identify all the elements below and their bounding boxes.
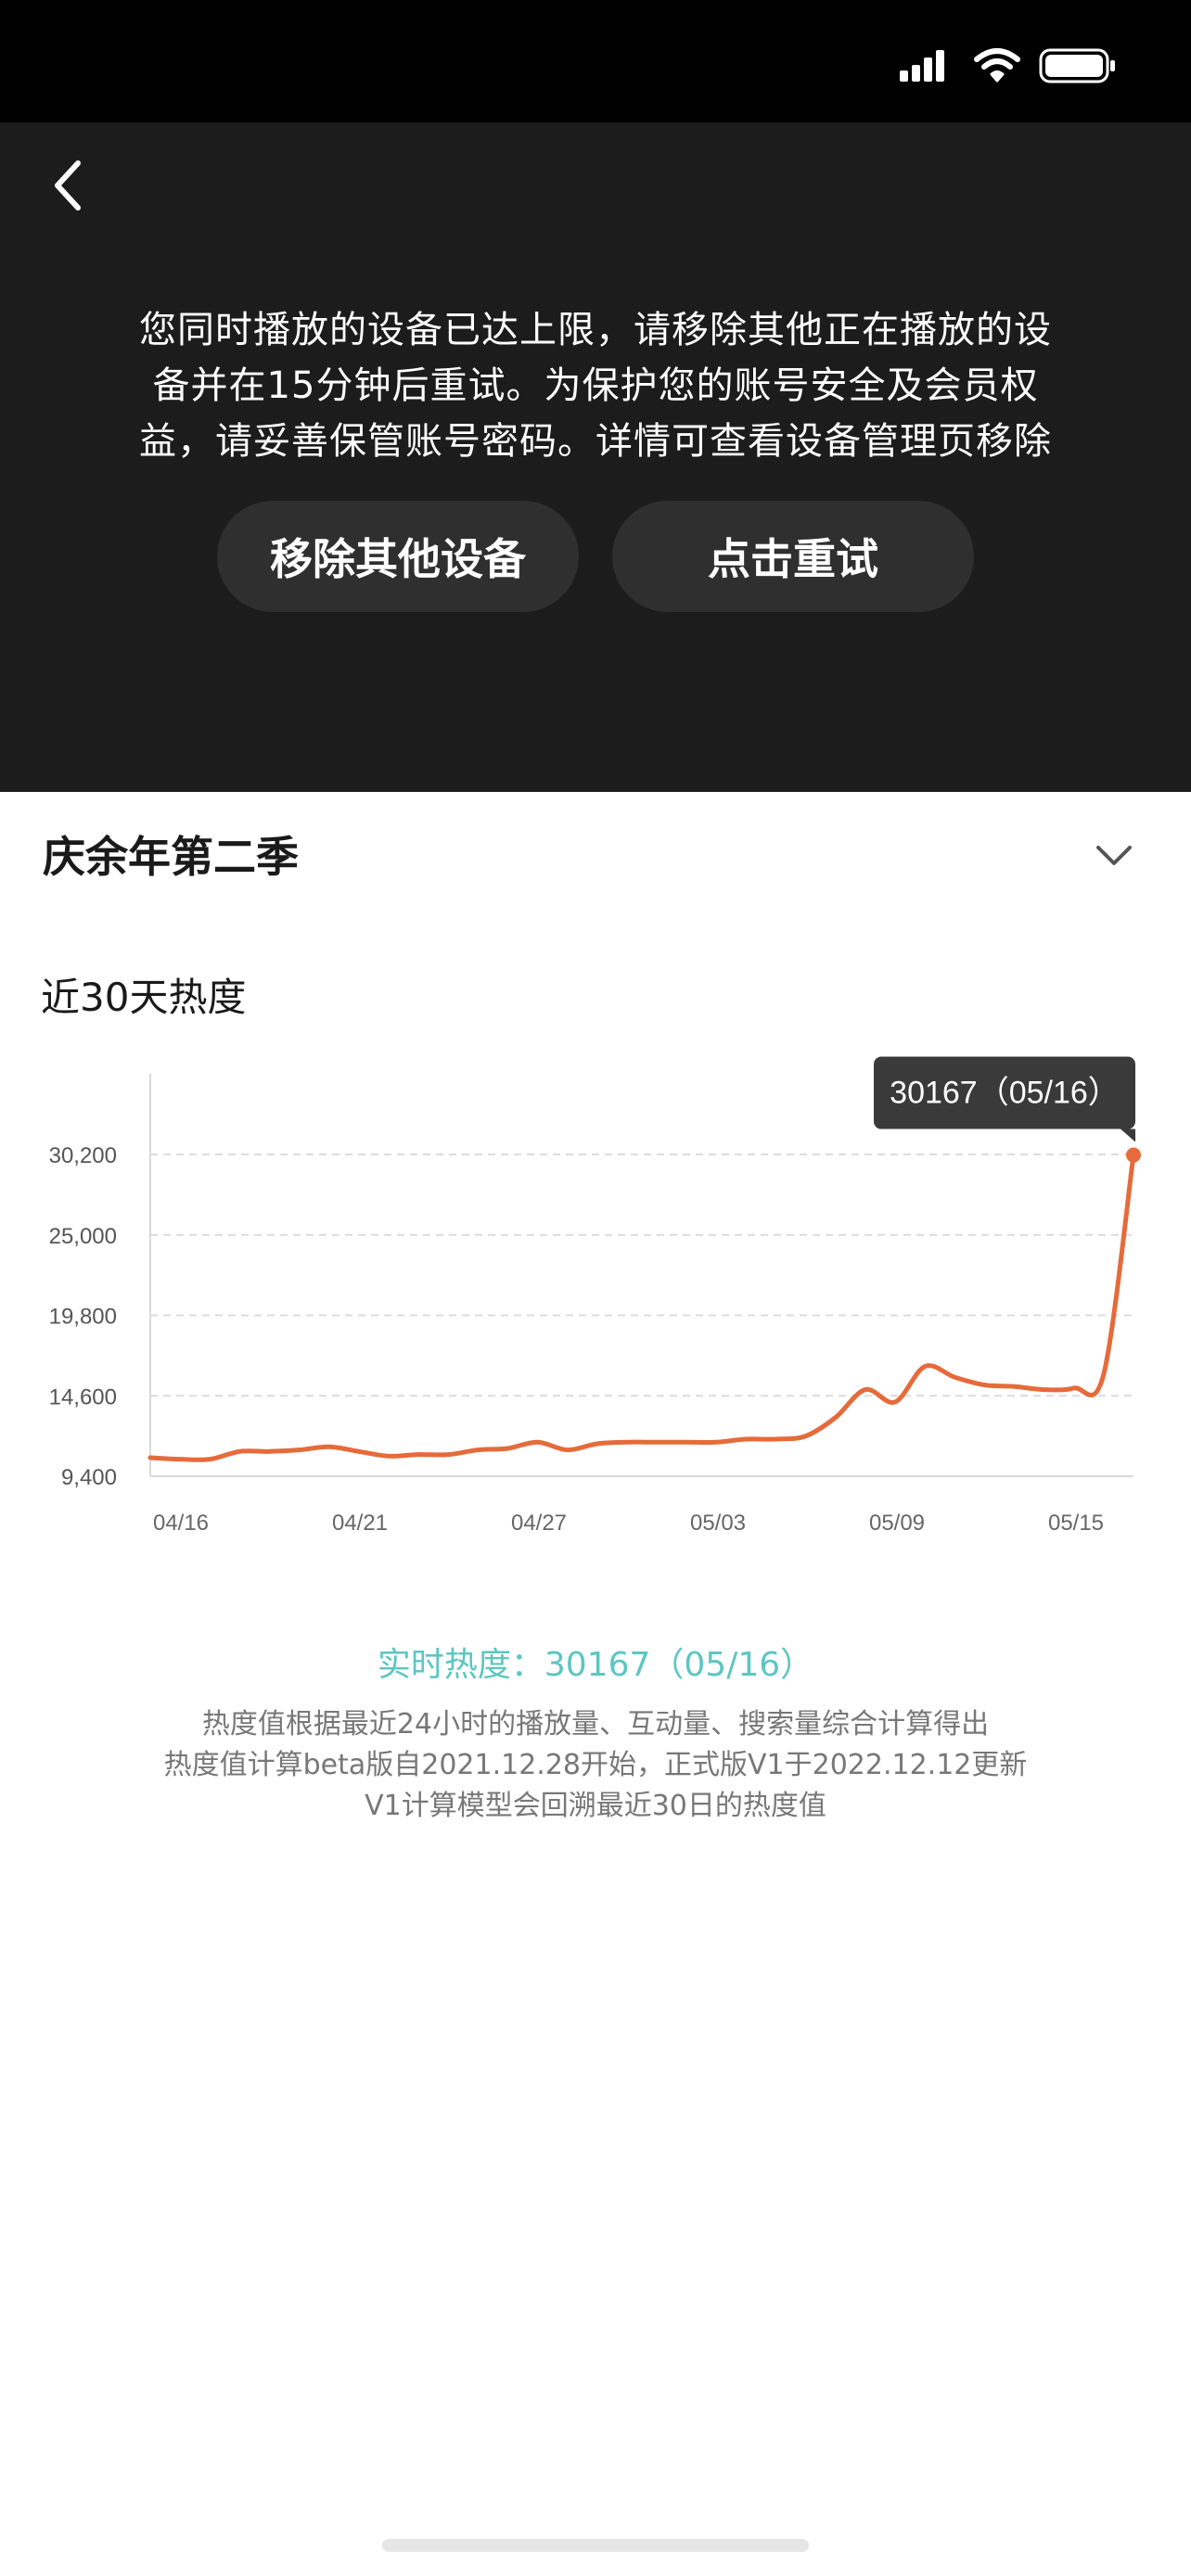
playback-limit-message: 您同时播放的设备已达上限，请移除其他正在播放的设 备并在15分钟后重试。为保护您…	[93, 302, 1098, 469]
latest-data-point[interactable]	[1126, 1147, 1141, 1163]
realtime-heat-label: 实时热度：30167（05/16）	[377, 1646, 814, 1684]
y-tick-label: 25,000	[49, 1224, 117, 1249]
x-tick-label: 04/21	[332, 1511, 388, 1536]
y-tick-label: 14,600	[49, 1384, 117, 1409]
x-tick-label: 05/03	[690, 1511, 746, 1536]
wifi-icon	[974, 48, 1020, 83]
y-tick-label: 30,200	[49, 1143, 117, 1168]
tooltip-pointer	[1121, 1129, 1135, 1142]
error-line: 您同时播放的设备已达上限，请移除其他正在播放的设	[139, 309, 1052, 351]
home-indicator[interactable]	[382, 2539, 809, 2552]
chevron-left-icon	[55, 160, 81, 210]
heat-section-title: 近30天热度	[41, 975, 247, 1020]
y-tick-label: 9,400	[61, 1465, 117, 1490]
error-line: 益，请妥善保管账号密码。详情可查看设备管理页移除	[139, 420, 1052, 463]
x-tick-label: 05/09	[869, 1511, 925, 1536]
retry-button[interactable]: 点击重试	[612, 501, 974, 612]
heat-series-line	[147, 1153, 1136, 1462]
show-title: 庆余年第二季	[43, 832, 299, 882]
y-tick-label: 19,800	[49, 1305, 117, 1330]
x-tick-label: 04/27	[511, 1511, 567, 1536]
chevron-down-icon[interactable]	[1093, 835, 1135, 877]
heat-note: 热度值计算beta版自2021.12.28开始，正式版V1于2022.12.12…	[163, 1749, 1028, 1781]
remove-other-devices-button[interactable]: 移除其他设备	[217, 501, 579, 612]
status-bar	[0, 0, 1191, 122]
x-tick-label: 05/15	[1048, 1511, 1104, 1536]
x-tick-label: 04/16	[153, 1511, 209, 1536]
heat-line-chart: 30,200 25,000 19,800 14,600 9,400 04/16 04/21…	[49, 1056, 1141, 1536]
heat-note: V1计算模型会回溯最近30日的热度值	[365, 1790, 826, 1822]
error-line: 备并在15分钟后重试。为保护您的账号安全及会员权	[152, 364, 1039, 407]
cellular-signal-icon	[900, 50, 944, 82]
back-button[interactable]	[48, 156, 93, 215]
heat-note: 热度值根据最近24小时的播放量、互动量、搜索量综合计算得出	[201, 1708, 990, 1741]
tooltip-label: 30167（05/16）	[890, 1076, 1120, 1111]
battery-icon	[1039, 48, 1115, 83]
